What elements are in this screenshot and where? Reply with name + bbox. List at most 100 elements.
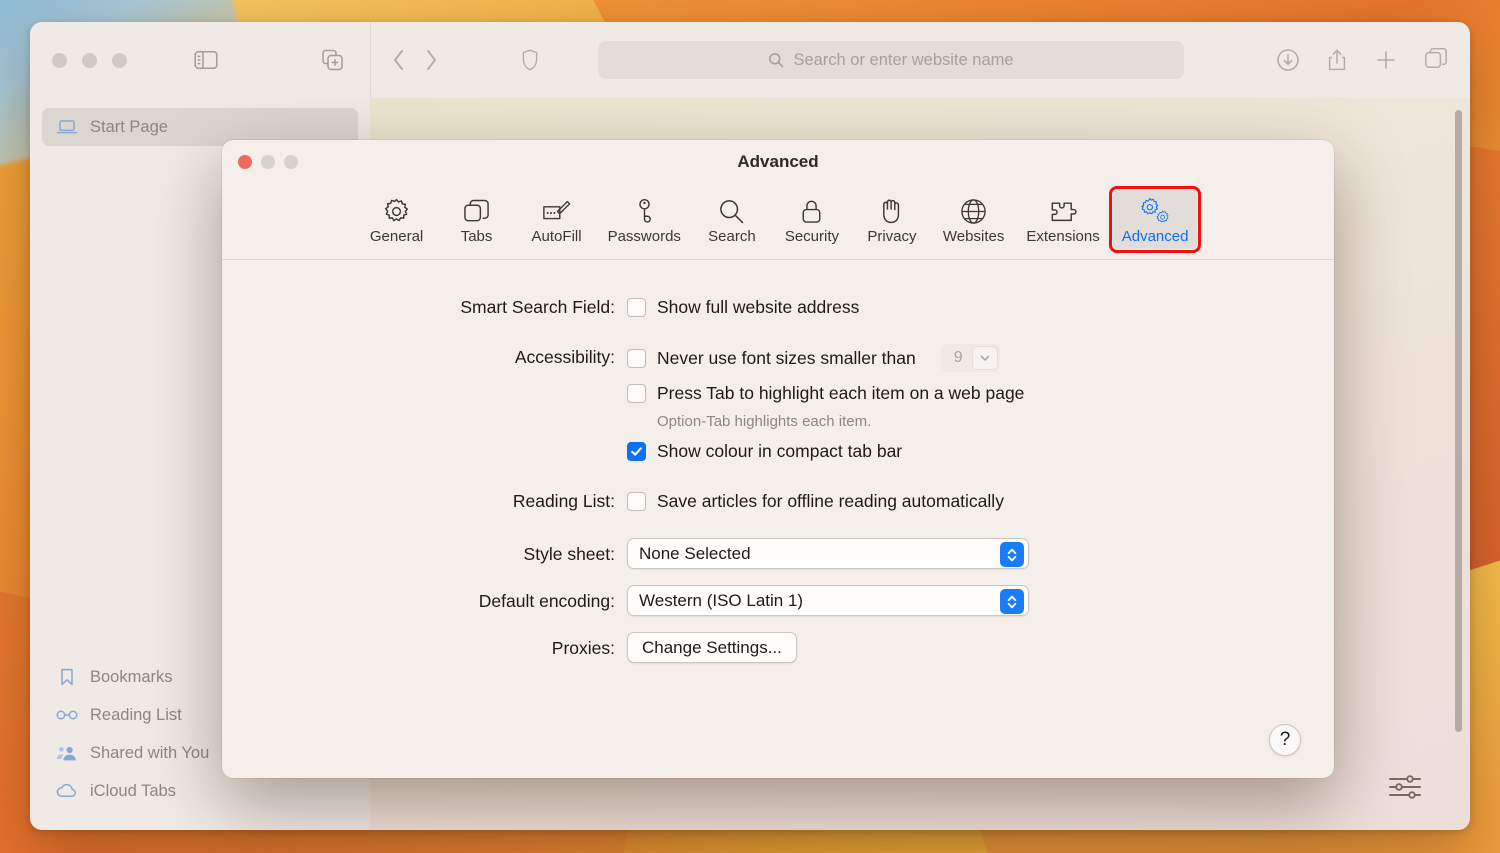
show-colour-checkbox[interactable]	[627, 441, 646, 461]
shield-icon[interactable]	[522, 49, 538, 71]
setting-row-style-sheet: Style sheet: None Selected	[222, 538, 1334, 569]
tab-label: Privacy	[867, 228, 917, 245]
checkbox-label: Press Tab to highlight each item on a we…	[657, 383, 1025, 403]
search-icon	[768, 52, 784, 68]
minimize-window-button[interactable]	[82, 52, 97, 68]
sidebar-toggle-icon[interactable]	[189, 45, 223, 75]
forward-icon[interactable]	[424, 48, 438, 72]
setting-row-reading-list: Reading List: Save articles for offline …	[222, 488, 1334, 514]
style-sheet-value: None Selected	[639, 543, 751, 563]
zoom-window-button[interactable]	[112, 52, 127, 68]
tab-overview-icon[interactable]	[1424, 48, 1448, 72]
press-tab-hint: Option-Tab highlights each item.	[657, 413, 872, 430]
new-tab-group-icon[interactable]	[316, 45, 350, 75]
tab-advanced[interactable]: Advanced	[1108, 186, 1202, 253]
laptop-icon	[56, 119, 78, 135]
address-search-input[interactable]: Search or enter website name	[598, 41, 1184, 79]
checkbox-label: Show colour in compact tab bar	[657, 441, 903, 461]
up-down-chevron-icon[interactable]	[1000, 542, 1024, 567]
show-full-address-checkbox[interactable]	[627, 297, 646, 317]
chevron-down-icon[interactable]	[971, 346, 998, 370]
accessibility-label: Accessibility:	[514, 347, 615, 367]
preferences-dialog: Advanced General Tabs AutoFill Passwords…	[222, 140, 1334, 778]
tab-general[interactable]: General	[359, 190, 435, 249]
tab-autofill[interactable]: AutoFill	[519, 190, 595, 249]
puzzle-icon	[1049, 195, 1078, 225]
content-scrollbar[interactable]	[1455, 110, 1462, 732]
address-placeholder-text: Search or enter website name	[793, 50, 1014, 69]
default-encoding-popup-button[interactable]: Western (ISO Latin 1)	[627, 585, 1029, 616]
cloud-icon	[56, 784, 78, 798]
tab-label: AutoFill	[531, 228, 582, 245]
dialog-zoom-button	[284, 155, 298, 169]
dialog-close-button[interactable]	[238, 155, 252, 169]
tab-websites[interactable]: Websites	[934, 190, 1013, 249]
setting-row-default-encoding: Default encoding: Western (ISO Latin 1)	[222, 585, 1334, 616]
key-icon	[635, 195, 654, 225]
smart-search-label: Smart Search Field:	[460, 297, 615, 317]
advanced-settings-pane: Smart Search Field: Show full website ad…	[222, 260, 1334, 778]
smart-search-checkbox-row[interactable]: Show full website address	[627, 294, 1334, 320]
close-window-button[interactable]	[52, 52, 67, 68]
sidebar-item-label: Bookmarks	[90, 667, 173, 686]
sidebar-item-label: iCloud Tabs	[90, 781, 176, 800]
tab-security[interactable]: Security	[774, 190, 850, 249]
dialog-traffic-lights[interactable]	[238, 155, 298, 169]
tab-label: Security	[784, 228, 840, 245]
downloads-icon[interactable]	[1276, 48, 1300, 72]
press-tab-checkbox[interactable]	[627, 383, 646, 403]
press-tab-checkbox-row[interactable]: Press Tab to highlight each item on a we…	[627, 380, 1334, 406]
back-icon[interactable]	[392, 48, 406, 72]
dialog-titlebar: Advanced	[222, 140, 1334, 184]
proxies-label: Proxies:	[551, 637, 615, 658]
lock-icon	[800, 195, 823, 225]
tab-label: Websites	[942, 228, 1005, 245]
toolbar-action-icons	[1276, 48, 1448, 72]
window-traffic-lights[interactable]	[52, 52, 127, 68]
tab-tabs[interactable]: Tabs	[439, 190, 515, 249]
desktop-wallpaper: Search or enter website name Start Page …	[0, 0, 1500, 853]
new-tab-icon[interactable]	[1374, 48, 1398, 72]
dialog-minimize-button	[261, 155, 275, 169]
setting-row-proxies: Proxies: Change Settings...	[222, 632, 1334, 663]
autofill-icon	[542, 195, 572, 225]
font-size-checkbox-row[interactable]: Never use font sizes smaller than 9	[627, 344, 1334, 372]
gear-icon	[383, 195, 410, 225]
tab-passwords[interactable]: Passwords	[599, 190, 690, 249]
tab-label: Advanced	[1121, 228, 1189, 245]
bookmark-icon	[56, 668, 78, 686]
glasses-icon	[56, 709, 78, 721]
sidebar-item-label: Reading List	[90, 705, 182, 724]
tab-extensions[interactable]: Extensions	[1017, 190, 1108, 249]
reading-list-checkbox-row[interactable]: Save articles for offline reading automa…	[627, 488, 1334, 514]
style-sheet-popup-button[interactable]: None Selected	[627, 538, 1029, 569]
tab-label: Passwords	[607, 228, 681, 245]
preferences-tab-bar: General Tabs AutoFill Passwords Search S…	[222, 184, 1334, 260]
show-colour-checkbox-row[interactable]: Show colour in compact tab bar	[627, 438, 1334, 464]
checkbox-label: Show full website address	[657, 297, 860, 317]
sliders-icon[interactable]	[1388, 774, 1422, 800]
never-use-font-sizes-checkbox[interactable]	[627, 348, 646, 368]
font-size-value: 9	[953, 349, 963, 366]
save-articles-offline-checkbox[interactable]	[627, 491, 646, 511]
tab-search[interactable]: Search	[694, 190, 770, 249]
sidebar-item-label: Shared with You	[90, 743, 210, 762]
magnifier-icon	[718, 195, 745, 225]
help-button[interactable]: ?	[1269, 724, 1301, 756]
font-size-dropdown[interactable]: 9	[940, 344, 1000, 372]
hand-icon	[879, 195, 904, 225]
change-settings-button[interactable]: Change Settings...	[627, 632, 797, 663]
toolbar-right-section: Search or enter website name	[370, 22, 1470, 98]
tab-privacy[interactable]: Privacy	[854, 190, 930, 249]
dialog-title: Advanced	[737, 152, 819, 171]
tabs-icon	[463, 195, 490, 225]
checkbox-label: Never use font sizes smaller than	[657, 348, 916, 368]
navigation-arrows[interactable]	[392, 48, 438, 72]
setting-row-accessibility: Accessibility: Never use font sizes smal…	[222, 344, 1334, 464]
share-icon[interactable]	[1326, 48, 1348, 72]
up-down-chevron-icon[interactable]	[1000, 589, 1024, 614]
